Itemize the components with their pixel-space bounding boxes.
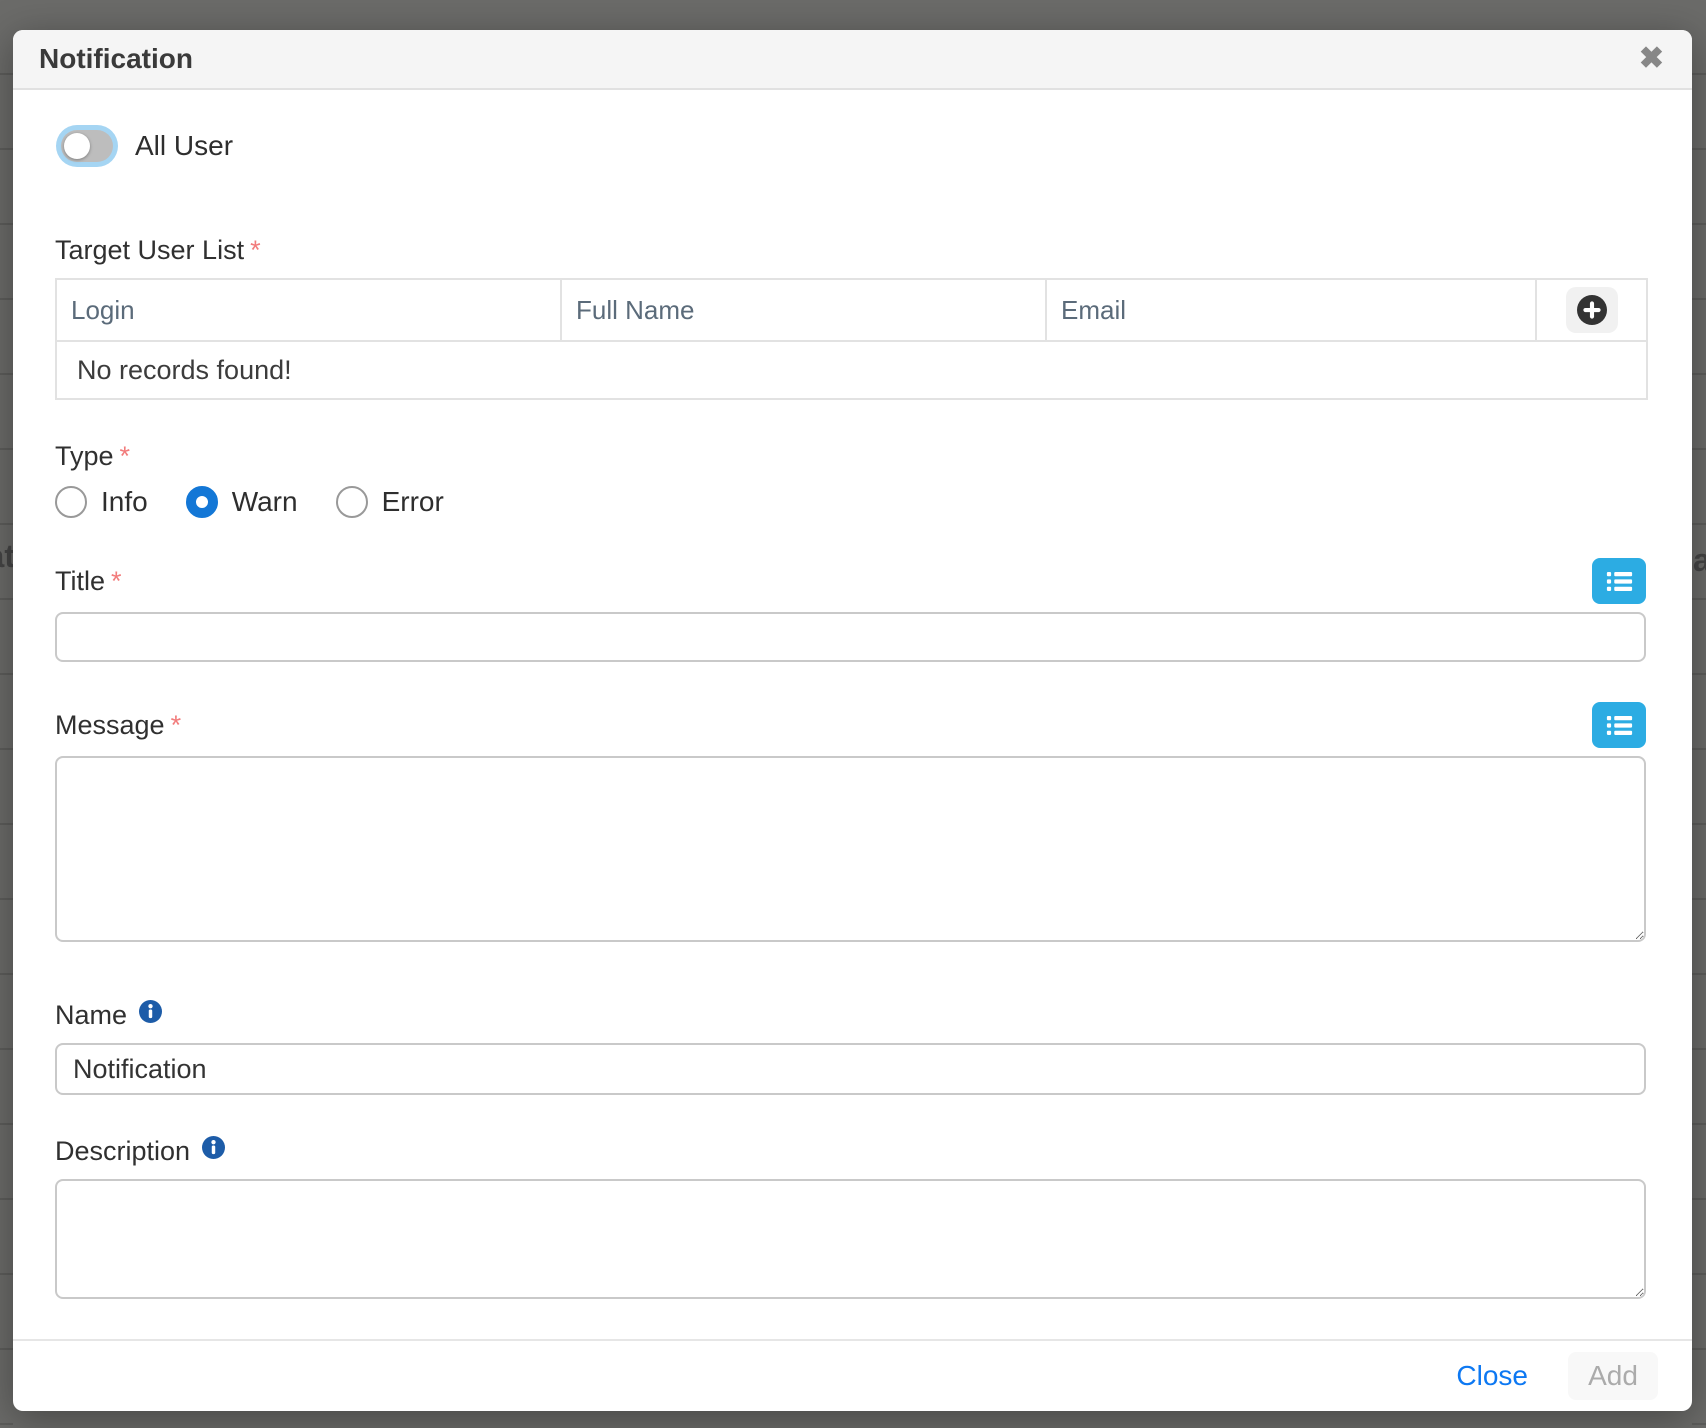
radio-option-warn[interactable]: Warn: [186, 486, 298, 518]
column-header-full-name: Full Name: [561, 279, 1046, 341]
close-icon[interactable]: ✖: [1639, 44, 1664, 74]
column-header-login: Login: [56, 279, 561, 341]
radio-label-info: Info: [101, 486, 148, 518]
message-label: Message*: [55, 709, 181, 741]
target-user-list-label-text: Target User List: [55, 235, 244, 265]
background-page-right-sliver: a: [1692, 0, 1706, 1428]
description-group: Description: [55, 1135, 1646, 1304]
title-group: Title*: [55, 558, 1646, 662]
name-label: Name: [55, 999, 127, 1031]
modal-body: All User Target User List* Login Full Na…: [13, 90, 1692, 1339]
list-icon: [1606, 571, 1633, 592]
modal-header: Notification ✖: [13, 30, 1692, 90]
modal-title: Notification: [39, 43, 193, 75]
title-template-list-button[interactable]: [1592, 558, 1646, 604]
background-text-fragment: a: [1693, 542, 1706, 579]
modal-footer: Close Add: [13, 1339, 1692, 1411]
add-user-button[interactable]: [1566, 287, 1618, 333]
message-group: Message*: [55, 702, 1646, 947]
all-user-label: All User: [135, 130, 233, 162]
close-button[interactable]: Close: [1456, 1360, 1528, 1392]
title-label-row: Title*: [55, 558, 1646, 604]
list-icon: [1606, 715, 1633, 736]
title-input[interactable]: [55, 612, 1646, 662]
screen: at a Notification ✖ All User Target User…: [0, 0, 1706, 1428]
radio-option-info[interactable]: Info: [55, 486, 148, 518]
background-page-left-sliver: at: [0, 0, 13, 1428]
target-user-list-group: Target User List* Login Full Name Email: [55, 234, 1646, 400]
plus-circle-icon: [1577, 295, 1607, 325]
info-icon: [202, 1136, 225, 1159]
title-label-text: Title: [55, 566, 105, 596]
message-template-list-button[interactable]: [1592, 702, 1646, 748]
background-text-fragment: at: [0, 538, 13, 575]
radio-icon-info[interactable]: [55, 486, 87, 518]
required-asterisk: *: [171, 710, 182, 740]
name-input[interactable]: [55, 1043, 1646, 1095]
column-header-email: Email: [1046, 279, 1536, 341]
empty-state-text: No records found!: [56, 341, 1647, 399]
table-row: No records found!: [56, 341, 1647, 399]
title-label: Title*: [55, 565, 122, 597]
description-textarea[interactable]: [55, 1179, 1646, 1299]
toggle-knob: [64, 133, 90, 159]
radio-option-error[interactable]: Error: [336, 486, 444, 518]
radio-icon-error[interactable]: [336, 486, 368, 518]
required-asterisk: *: [250, 235, 261, 265]
message-textarea[interactable]: [55, 756, 1646, 942]
type-label: Type*: [55, 441, 130, 471]
radio-icon-warn-selected[interactable]: [186, 486, 218, 518]
type-label-text: Type: [55, 441, 114, 471]
type-radio-row: Info Warn Error: [55, 486, 1646, 518]
radio-label-error: Error: [382, 486, 444, 518]
message-label-row: Message*: [55, 702, 1646, 748]
name-label-row: Name: [55, 999, 1646, 1031]
description-label: Description: [55, 1135, 190, 1167]
type-group: Type* Info Warn Error: [55, 440, 1646, 518]
target-user-table: Login Full Name Email: [55, 278, 1648, 400]
all-user-toggle-group: All User: [61, 130, 1646, 162]
table-header-row: Login Full Name Email: [56, 279, 1647, 341]
add-button-disabled[interactable]: Add: [1568, 1352, 1658, 1400]
radio-label-warn: Warn: [232, 486, 298, 518]
description-label-row: Description: [55, 1135, 1646, 1167]
required-asterisk: *: [111, 566, 122, 596]
required-asterisk: *: [120, 441, 131, 471]
name-group: Name: [55, 999, 1646, 1095]
all-user-toggle[interactable]: [61, 130, 113, 162]
target-user-list-label: Target User List*: [55, 234, 1646, 266]
info-icon: [139, 1000, 162, 1023]
notification-modal: Notification ✖ All User Target User List…: [13, 30, 1692, 1411]
table-action-column: [1536, 279, 1647, 341]
message-label-text: Message: [55, 710, 165, 740]
